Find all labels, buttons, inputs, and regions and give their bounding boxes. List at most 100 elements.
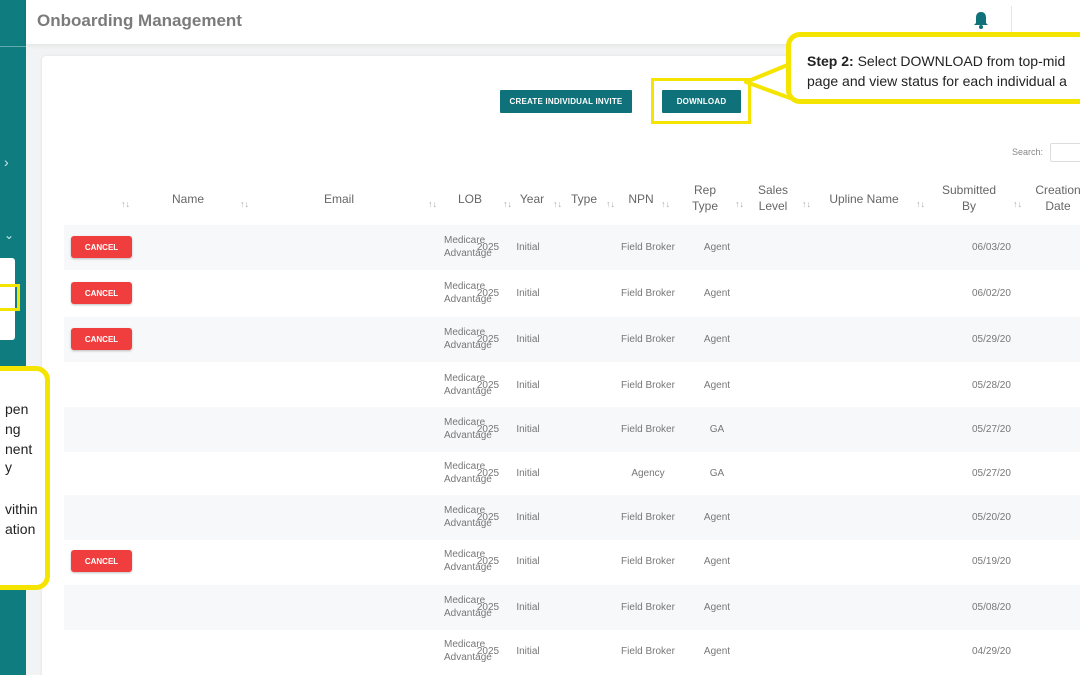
table-row: CANCEL Medicare Advantage 2025 Initial Field…	[64, 225, 1080, 270]
chevron-down-icon[interactable]: ⌄	[4, 228, 14, 242]
step-2-text: Step 2: Select DOWNLOAD from top-mid pag…	[807, 51, 1067, 91]
table-row: Medicare Advantage 2025 Initial Field Broke…	[64, 585, 1080, 630]
cell-rep-type: Field Broker	[621, 512, 675, 523]
table-row: CANCEL Medicare Advantage 2025 Initial Field…	[64, 271, 1080, 316]
cell-sales-level: Agent	[703, 334, 731, 345]
cell-sales-level: GA	[709, 424, 725, 435]
cell-rep-type: Field Broker	[621, 288, 675, 299]
cell-year: 2025	[476, 646, 500, 657]
cell-creation-date: 06/03/20	[972, 242, 1011, 253]
sidebar-divider	[0, 46, 26, 47]
cell-rep-type: Field Broker	[621, 646, 675, 657]
search-label: Search:	[1012, 147, 1044, 157]
cell-year: 2025	[476, 556, 500, 567]
cancel-button[interactable]: CANCEL	[71, 550, 132, 572]
cell-sales-level: Agent	[703, 288, 731, 299]
column-header-name[interactable]: Name	[138, 191, 238, 207]
bell-icon[interactable]	[972, 10, 990, 30]
column-header-submitted-by[interactable]: Submitted By	[919, 182, 1019, 214]
column-header-creation-date[interactable]: Creation Date	[1008, 182, 1080, 214]
cancel-button[interactable]: CANCEL	[71, 328, 132, 350]
step-1-text-line: ation	[5, 521, 36, 537]
cell-creation-date: 05/19/20	[972, 556, 1011, 567]
column-header-line: Creation	[1035, 183, 1080, 197]
chevron-right-icon[interactable]: ›	[4, 154, 9, 170]
download-button[interactable]: DOWNLOAD	[662, 90, 741, 113]
cell-sales-level: Agent	[703, 512, 731, 523]
column-header-line: By	[961, 199, 976, 213]
step-1-text-line: pen	[5, 401, 29, 417]
column-header-upline-name[interactable]: Upline Name	[814, 191, 914, 207]
sort-arrows-icon[interactable]: ↑↓	[240, 199, 249, 209]
sort-arrows-icon[interactable]: ↑↓	[121, 199, 130, 209]
step-1-text-line: nent	[5, 441, 33, 457]
cell-type: Initial	[516, 512, 540, 523]
callout-pointer	[744, 62, 792, 100]
cell-creation-date: 05/27/20	[972, 468, 1011, 479]
cell-creation-date: 04/29/20	[972, 646, 1011, 657]
cell-type: Initial	[516, 288, 540, 299]
search-input[interactable]	[1050, 143, 1080, 162]
cell-type: Initial	[516, 242, 540, 253]
cell-rep-type: Field Broker	[621, 556, 675, 567]
column-header-line: Submitted	[941, 183, 997, 197]
cell-year: 2025	[476, 380, 500, 391]
cell-sales-level: Agent	[703, 380, 731, 391]
cell-year: 2025	[476, 602, 500, 613]
cancel-button[interactable]: CANCEL	[71, 282, 132, 304]
cell-type: Initial	[516, 424, 540, 435]
page-title: Onboarding Management	[37, 11, 242, 30]
cell-type: Initial	[516, 334, 540, 345]
cell-year: 2025	[476, 242, 500, 253]
table-row: Medicare Advantage 2025 Initial Field Broke…	[64, 629, 1080, 674]
table-row: Medicare Advantage 2025 Initial Field Broke…	[64, 363, 1080, 408]
cell-creation-date: 05/29/20	[972, 334, 1011, 345]
cell-type: Initial	[516, 468, 540, 479]
sidebar-highlight	[0, 284, 20, 311]
step-1-callout: pen ng nent y vithin ation	[0, 366, 50, 590]
table-row: CANCEL Medicare Advantage 2025 Initial Field…	[64, 539, 1080, 584]
cell-sales-level: Agent	[703, 646, 731, 657]
cell-type: Initial	[516, 380, 540, 391]
cell-rep-type: Field Broker	[621, 242, 675, 253]
cell-rep-type: Field Broker	[621, 424, 675, 435]
table-row: Medicare Advantage 2025 Initial Field Broke…	[64, 495, 1080, 540]
cancel-button[interactable]: CANCEL	[71, 236, 132, 258]
step-1-text-line: ng	[5, 421, 21, 437]
table-row: Medicare Advantage 2025 Initial Field Broke…	[64, 407, 1080, 452]
cell-year: 2025	[476, 424, 500, 435]
column-header-sales-level[interactable]: Sales Level	[723, 182, 823, 214]
cell-rep-type: Field Broker	[621, 602, 675, 613]
cell-sales-level: Agent	[703, 556, 731, 567]
step-2-line2: page and view status for each individual…	[807, 73, 1067, 89]
cell-type: Initial	[516, 602, 540, 613]
cell-type: Initial	[516, 646, 540, 657]
cell-creation-date: 05/27/20	[972, 424, 1011, 435]
column-header-line: Date	[1045, 199, 1071, 213]
cell-creation-date: 05/08/20	[972, 602, 1011, 613]
cell-year: 2025	[476, 288, 500, 299]
cell-creation-date: 06/02/20	[972, 288, 1011, 299]
cell-type: Initial	[516, 556, 540, 567]
cell-year: 2025	[476, 468, 500, 479]
cell-creation-date: 05/28/20	[972, 380, 1011, 391]
cell-rep-type: Field Broker	[621, 380, 675, 391]
column-header-line: Sales	[757, 183, 789, 197]
cell-sales-level: Agent	[703, 602, 731, 613]
cell-rep-type: Field Broker	[621, 334, 675, 345]
column-header-email[interactable]: Email	[289, 191, 389, 207]
step-2-label: Step 2:	[807, 53, 854, 69]
cell-year: 2025	[476, 512, 500, 523]
step-2-line1: Select DOWNLOAD from top-mid	[853, 53, 1066, 69]
cell-sales-level: Agent	[703, 242, 731, 253]
cell-year: 2025	[476, 334, 500, 345]
sort-arrows-icon[interactable]: ↑↓	[802, 199, 811, 209]
cell-sales-level: GA	[709, 468, 725, 479]
step-1-text-line: vithin	[5, 501, 38, 517]
table-row: Medicare Advantage 2025 Initial Agency GA 05/…	[64, 451, 1080, 496]
cell-rep-type: Agency	[631, 468, 665, 479]
create-individual-invite-button[interactable]: CREATE INDIVIDUAL INVITE	[500, 90, 632, 113]
step-1-text-line: y	[5, 459, 12, 475]
cell-creation-date: 05/20/20	[972, 512, 1011, 523]
step-2-callout: Step 2: Select DOWNLOAD from top-mid pag…	[786, 32, 1080, 104]
